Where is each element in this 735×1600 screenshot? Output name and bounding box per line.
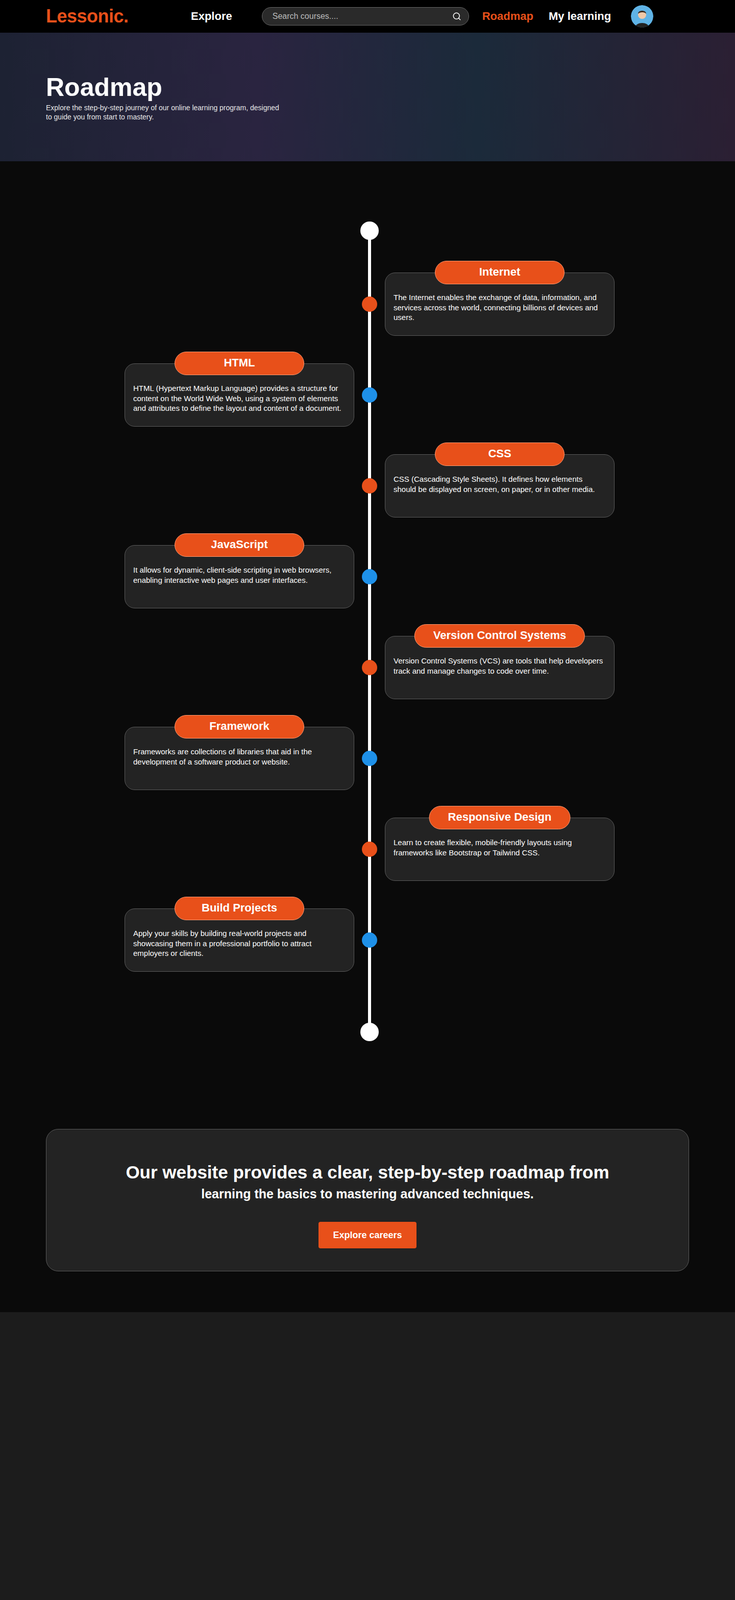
search-icon[interactable] xyxy=(452,11,462,21)
roadmap-text: Apply your skills by building real-world… xyxy=(133,928,346,959)
timeline-dot xyxy=(361,569,378,585)
timeline-dot xyxy=(361,841,378,857)
hero-subtitle: Explore the step-by-step journey of our … xyxy=(45,103,286,122)
timeline-row: Version Control Systems Version Control S… xyxy=(124,623,615,700)
header: Lessonic.Explore Roadmap My learning xyxy=(0,0,735,33)
roadmap-card[interactable]: CSSCSS (Cascading Style Sheets). It defi… xyxy=(384,454,615,518)
roadmap-text: It allows for dynamic, client-side scrip… xyxy=(133,565,346,585)
roadmap-card[interactable]: Responsive DesignLearn to create flexibl… xyxy=(384,817,615,881)
page: Lessonic.Explore Roadmap My learning Roadma… xyxy=(0,0,735,1600)
timeline-row: CSS CSS (Cascading Style Sheets). It defi… xyxy=(124,442,615,518)
cta-subtitle: learning the basics to mastering advance… xyxy=(201,1186,534,1202)
nav-link[interactable]: Explore xyxy=(190,9,233,23)
logo[interactable]: Lessonic. xyxy=(45,5,191,28)
nav-link[interactable]: My learning xyxy=(548,9,611,23)
explore-careers-button[interactable]: Explore careers xyxy=(318,1221,417,1249)
timeline-dot xyxy=(361,296,378,312)
roadmap-card[interactable]: InternetThe Internet enables the exchang… xyxy=(384,272,615,336)
timeline-start xyxy=(360,221,379,240)
roadmap-section: Internet The Internet enables the exchang… xyxy=(0,161,735,1313)
search-input[interactable] xyxy=(271,11,453,22)
roadmap-title: Build Projects xyxy=(174,896,305,921)
timeline-row: HTML HTML (Hypertext Markup Language) pro… xyxy=(124,351,615,427)
timeline-dot xyxy=(361,387,378,403)
roadmap-text: Version Control Systems (VCS) are tools … xyxy=(393,655,606,676)
timeline-row: Framework Frameworks are collections of l… xyxy=(124,714,615,791)
roadmap-card[interactable]: HTMLHTML (Hypertext Markup Language) pro… xyxy=(124,363,355,427)
timeline-row: Responsive Design Learn to create flexibl… xyxy=(124,805,615,881)
roadmap-text: Learn to create flexible, mobile-friendl… xyxy=(393,837,606,858)
cta-title: Our website provides a clear, step-by-st… xyxy=(125,1162,609,1183)
search-box xyxy=(261,7,470,26)
roadmap-card[interactable]: JavaScriptIt allows for dynamic, client-… xyxy=(124,545,355,609)
timeline-row: JavaScript It allows for dynamic, client-… xyxy=(124,532,615,609)
timeline-dot xyxy=(361,750,378,767)
roadmap-card[interactable]: Build ProjectsApply your skills by build… xyxy=(124,908,355,972)
hero-title: Roadmap xyxy=(45,72,690,103)
roadmap-title: Framework xyxy=(174,715,305,739)
roadmap-card[interactable]: Version Control SystemsVersion Control S… xyxy=(384,635,615,700)
roadmap-title: Responsive Design xyxy=(429,805,571,830)
cta-panel: Our website provides a clear, step-by-st… xyxy=(45,1129,690,1272)
roadmap-title: JavaScript xyxy=(174,533,305,557)
roadmap-title: CSS xyxy=(434,442,565,467)
timeline-row: Internet The Internet enables the exchang… xyxy=(124,260,615,336)
timeline: Internet The Internet enables the exchang… xyxy=(124,221,615,1042)
timeline-row: Build Projects Apply your skills by build… xyxy=(124,896,615,972)
roadmap-text: The Internet enables the exchange of dat… xyxy=(393,292,606,323)
hero-banner: RoadmapExplore the step-by-step journey … xyxy=(0,32,735,162)
timeline-end xyxy=(360,1022,379,1042)
roadmap-title: Version Control Systems xyxy=(414,624,585,648)
avatar-icon[interactable] xyxy=(630,5,654,28)
timeline-dot xyxy=(361,478,378,494)
roadmap-card[interactable]: FrameworkFrameworks are collections of l… xyxy=(124,726,355,791)
roadmap-title: Internet xyxy=(434,260,565,285)
timeline-dot xyxy=(361,932,378,948)
roadmap-text: Frameworks are collections of libraries … xyxy=(133,746,346,767)
nav-link[interactable]: Roadmap xyxy=(482,9,534,23)
roadmap-text: CSS (Cascading Style Sheets). It defines… xyxy=(393,474,606,495)
timeline-dot xyxy=(361,659,378,676)
roadmap-title: HTML xyxy=(174,351,305,376)
roadmap-text: HTML (Hypertext Markup Language) provide… xyxy=(133,383,346,414)
